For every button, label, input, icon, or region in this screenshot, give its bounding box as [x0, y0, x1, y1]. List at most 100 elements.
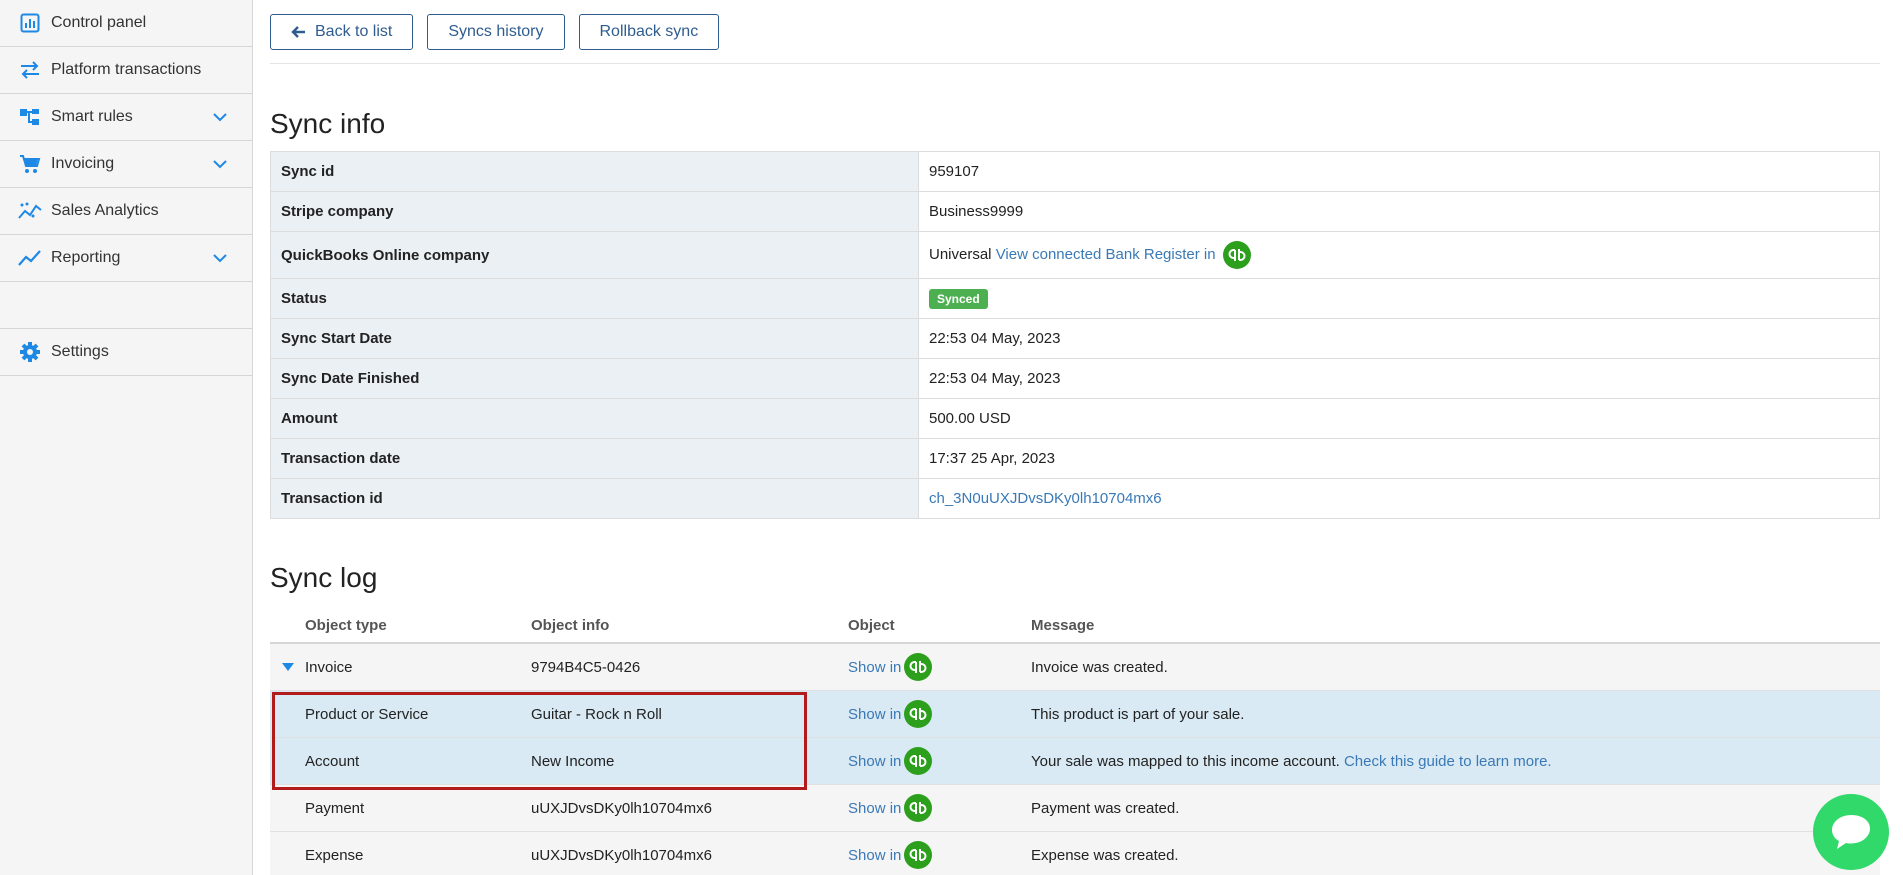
object-info: uUXJDvsDKy0lh10704mx6: [531, 846, 712, 864]
chat-button[interactable]: [1813, 794, 1889, 870]
control-panel-icon: [18, 11, 42, 35]
amount-value: 500.00 USD: [918, 398, 1880, 439]
gear-icon: [18, 340, 42, 364]
sync-id-key: Sync id: [270, 151, 919, 192]
back-to-list-label: Back to list: [315, 22, 393, 40]
header-object-info: Object info: [531, 616, 610, 634]
sidebar-item-control-panel[interactable]: Control panel: [0, 0, 252, 47]
sidebar-item-label: Control panel: [51, 14, 147, 31]
sidebar-item-invoicing[interactable]: Invoicing: [0, 141, 252, 188]
table-row: Expense uUXJDvsDKy0lh10704mx6 Show in Ex…: [270, 832, 1880, 875]
chevron-down-icon[interactable]: [212, 109, 228, 129]
transaction-id-link[interactable]: ch_3N0uUXJDvsDKy0lh10704mx6: [929, 490, 1162, 507]
status-key: Status: [270, 278, 919, 319]
show-in-link[interactable]: Show in: [848, 659, 901, 676]
quickbooks-icon[interactable]: [904, 841, 933, 869]
sync-id-value: 959107: [918, 151, 1880, 192]
qbo-company-cell: Universal View connected Bank Register i…: [918, 231, 1880, 279]
quickbooks-icon[interactable]: [1222, 241, 1251, 269]
message: Payment was created.: [1031, 799, 1180, 817]
qbo-company-value: Universal: [929, 245, 992, 263]
message: Invoice was created.: [1031, 658, 1168, 676]
transactions-icon: [18, 58, 42, 82]
back-to-list-button[interactable]: Back to list: [270, 13, 414, 50]
syncs-history-button[interactable]: Syncs history: [427, 13, 565, 50]
sidebar-item-reporting[interactable]: Reporting: [0, 235, 252, 282]
table-row: Transaction date 17:37 25 Apr, 2023: [270, 438, 1880, 479]
message: Your sale was mapped to this income acco…: [1031, 752, 1340, 770]
chevron-down-icon[interactable]: [212, 250, 228, 270]
table-row: Amount 500.00 USD: [270, 398, 1880, 439]
transaction-date-value: 17:37 25 Apr, 2023: [918, 438, 1880, 479]
sidebar-item-label: Settings: [51, 343, 109, 360]
object-info: 9794B4C5-0426: [531, 658, 641, 676]
object-info: uUXJDvsDKy0lh10704mx6: [531, 799, 712, 817]
transaction-date-key: Transaction date: [270, 438, 919, 479]
table-row: Sync Start Date 22:53 04 May, 2023: [270, 318, 1880, 359]
quickbooks-icon[interactable]: [904, 653, 933, 681]
caret-down-icon[interactable]: [270, 662, 305, 672]
show-in-link[interactable]: Show in: [848, 706, 901, 723]
sync-start-value: 22:53 04 May, 2023: [918, 318, 1880, 359]
sync-finished-value: 22:53 04 May, 2023: [918, 358, 1880, 399]
sync-info-table: Sync id 959107 Stripe company Business99…: [270, 151, 1880, 519]
object-type: Invoice: [305, 658, 353, 676]
object-info: New Income: [531, 752, 615, 770]
show-in-cell: Show in: [848, 794, 1031, 822]
stripe-company-value: Business9999: [918, 191, 1880, 232]
object-type: Expense: [305, 846, 364, 864]
table-row: Payment uUXJDvsDKy0lh10704mx6 Show in Pa…: [270, 785, 1880, 832]
stripe-company-key: Stripe company: [270, 191, 919, 232]
show-in-link[interactable]: Show in: [848, 847, 901, 864]
show-in-link[interactable]: Show in: [848, 800, 901, 817]
table-row[interactable]: Invoice 9794B4C5-0426 Show in Invoice wa…: [270, 644, 1880, 691]
amount-key: Amount: [270, 398, 919, 439]
sidebar-item-label: Invoicing: [51, 155, 115, 172]
sidebar-item-settings[interactable]: Settings: [0, 329, 252, 376]
table-row: Stripe company Business9999: [270, 191, 1880, 232]
object-type: Payment: [305, 799, 365, 817]
transaction-id-key: Transaction id: [270, 478, 919, 519]
smart-rules-icon: [18, 105, 42, 129]
show-in-link[interactable]: Show in: [848, 753, 901, 770]
table-row: Transaction id ch_3N0uUXJDvsDKy0lh10704m…: [270, 478, 1880, 519]
table-row: Product or Service Guitar - Rock n Roll …: [270, 691, 1880, 738]
qbo-company-key: QuickBooks Online company: [270, 231, 919, 279]
header-message: Message: [1031, 616, 1095, 634]
sidebar-item-sales-analytics[interactable]: Sales Analytics: [0, 188, 252, 235]
show-in-cell: Show in: [848, 747, 1031, 775]
view-bank-register-link[interactable]: View connected Bank Register in: [996, 246, 1216, 263]
sidebar-item-label: Sales Analytics: [51, 202, 159, 219]
message: This product is part of your sale.: [1031, 705, 1245, 723]
quickbooks-icon[interactable]: [904, 794, 933, 822]
sidebar-item-smart-rules[interactable]: Smart rules: [0, 94, 252, 141]
quickbooks-icon[interactable]: [904, 747, 933, 775]
rollback-sync-button[interactable]: Rollback sync: [578, 13, 720, 50]
object-type: Product or Service: [305, 705, 429, 723]
rollback-sync-label: Rollback sync: [599, 22, 699, 40]
table-row: Sync id 959107: [270, 151, 1880, 192]
sidebar-item-label: Smart rules: [51, 108, 133, 125]
sync-start-key: Sync Start Date: [270, 318, 919, 359]
header-object-type: Object type: [305, 616, 387, 634]
table-row: Status Synced: [270, 278, 1880, 319]
show-in-cell: Show in: [848, 841, 1031, 869]
quickbooks-icon[interactable]: [904, 700, 933, 728]
message: Expense was created.: [1031, 846, 1179, 864]
sync-info-title: Sync info: [270, 108, 386, 139]
sidebar-item-platform-transactions[interactable]: Platform transactions: [0, 47, 252, 94]
syncs-history-label: Syncs history: [448, 22, 544, 40]
table-row: Account New Income Show in Your sale was…: [270, 738, 1880, 785]
sidebar: Control panel Platform transactions Smar…: [0, 0, 253, 875]
status-badge: Synced: [929, 288, 988, 309]
message-cell: Your sale was mapped to this income acco…: [1031, 753, 1880, 770]
object-type: Account: [305, 752, 360, 770]
sidebar-item-label: Reporting: [51, 249, 121, 266]
guide-link[interactable]: Check this guide to learn more.: [1344, 753, 1552, 770]
sync-log-title: Sync log: [270, 562, 378, 593]
status-cell: Synced: [918, 278, 1880, 319]
chevron-down-icon[interactable]: [212, 156, 228, 176]
main-content: Back to list Syncs history Rollback sync…: [270, 0, 1880, 875]
sync-log-table: Object type Object info Object Message I…: [270, 608, 1880, 875]
chat-bubble-icon: [1832, 815, 1870, 849]
